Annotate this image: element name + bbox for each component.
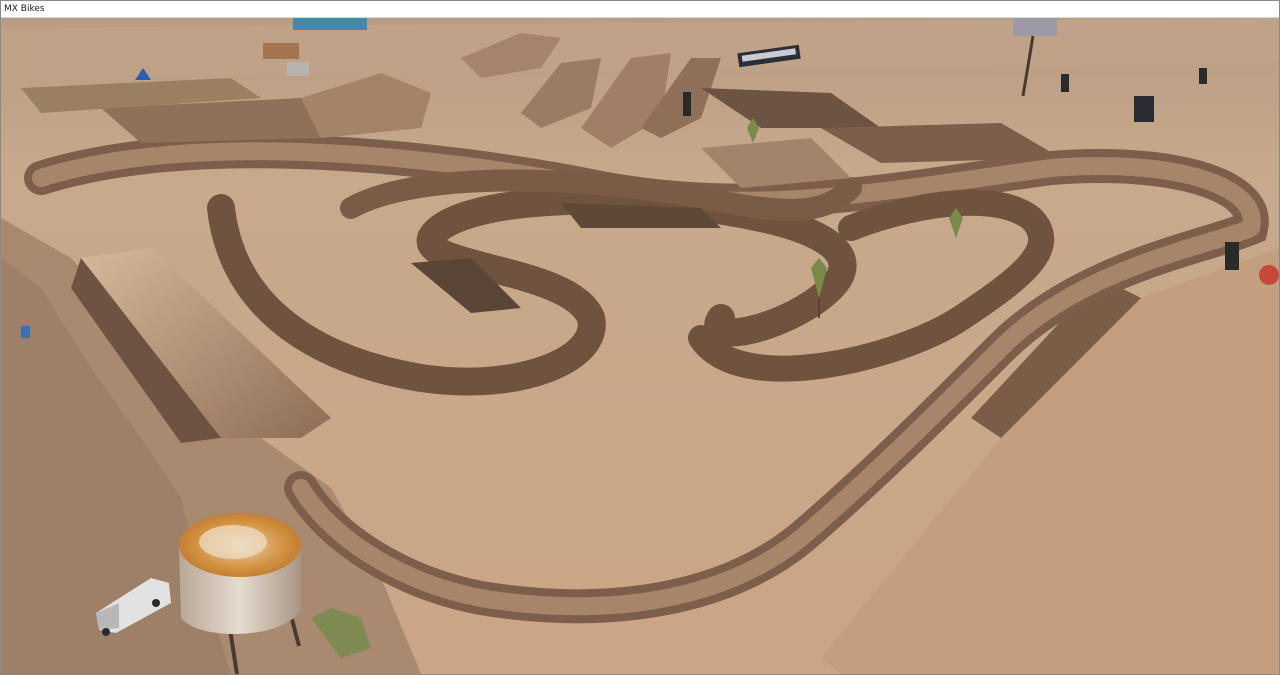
window-title: MX Bikes: [4, 4, 45, 14]
start-post: [683, 92, 691, 116]
paddock-tank: [287, 62, 309, 76]
marker-post: [1225, 242, 1239, 270]
game-window: MX Bikes: [0, 0, 1280, 675]
porta-potty: [21, 326, 30, 338]
title-bar[interactable]: MX Bikes: [1, 1, 1279, 18]
paddock-shed: [263, 43, 299, 59]
tire-stack: [1259, 265, 1279, 285]
paddock-building: [293, 18, 367, 30]
back-post: [1061, 74, 1069, 92]
back-post-2: [1199, 68, 1207, 84]
tuff-block: [1134, 96, 1154, 122]
track-scene: [1, 18, 1279, 674]
game-viewport[interactable]: [1, 18, 1279, 674]
